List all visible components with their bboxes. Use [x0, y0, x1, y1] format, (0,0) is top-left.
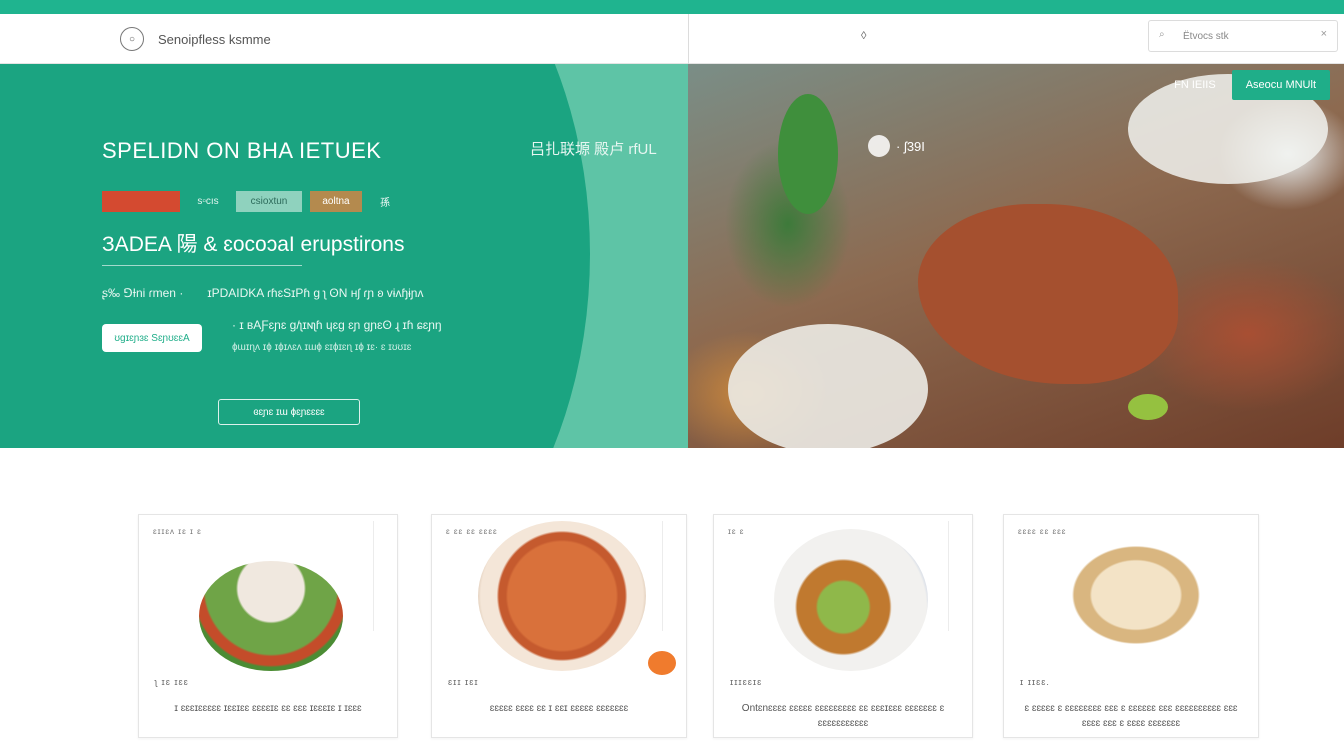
- logo-icon[interactable]: ○: [120, 27, 144, 51]
- card-tag: ɛ ɛɛ ɛɛ ɛɛɛɛ: [446, 527, 498, 536]
- card-description: Ontɛnɛɛɛɛ ɛɛɛɛɛ ɛɛɛɛɛɛɛɛɛ ɛɛ ɛɛɛɪɛɛɛ ɛɛɛ…: [741, 703, 945, 729]
- hero-title-secondary: 吕扎联塬 殿卢 rf‌UL: [530, 141, 657, 158]
- search-field[interactable]: ⌕ Ëtvocs stk ×: [1148, 20, 1338, 52]
- top-navbar: ○ Senoipfless ksmme ◊ ⌕ Ëtvocs stk ×: [0, 14, 1344, 64]
- food-card[interactable]: ɪɛ ɛ ɪɪɪɛɛɪɛ Ontɛnɛɛɛɛ ɛɛɛɛɛ ɛɛɛɛɛɛɛɛɛ ɛ…: [713, 514, 973, 738]
- food-card[interactable]: ɛɪɪɛʌ ɪɛ ɪ ɛ ʅ ɪɛ ɪɛɛ ɪ ɛɛɛɪɛɛɛɛɛ ɪɛɛɪɛɛ…: [138, 514, 398, 738]
- image-herb: [1128, 394, 1168, 420]
- hero-pill-button[interactable]: ʊɡɪɛɲɜɛ SɛɲʊɛɛA: [102, 324, 202, 352]
- card-food-image: [199, 561, 343, 671]
- hero-title: SPELIDN ON BHA IETUEK: [102, 138, 382, 163]
- chip-plain[interactable]: s▫cıs: [188, 191, 228, 212]
- card-badge: ɪ ɪɪɛɛ.: [1020, 677, 1050, 687]
- circle-icon: [868, 135, 890, 157]
- card-description: ɛɛɛɛɛ ɛɛɛɛ ɛɛ ɪ ɛɛɪ ɛɛɛɛɛ ɛɛɛɛɛɛɛ: [489, 703, 629, 714]
- hero-primary-button[interactable]: Aseocu MNUlt: [1231, 70, 1330, 100]
- card-description: ɪ ɛɛɛɪɛɛɛɛɛ ɪɛɛɪɛɛ ɛɛɛɛɪɛ ɛɛ ɛɛɛ ɪɛɛɛɪɛ …: [174, 703, 362, 714]
- hero-meta-row: ʂ‰ ⅁Ɨni ɾmen · ɪPDAIDKA ɾɦɛSɪPɦ ɡ ʅ ʘN ʜ…: [102, 286, 423, 300]
- image-meat: [918, 204, 1178, 384]
- image-plate: [728, 324, 928, 448]
- hero-info-line: · ɪ ʙAƑɛɲɛ ɡ/ʅɪɴʅɦ ɥɛɡ ɛɲ ɡɲɛʘ ɻ ɪɦ ɕɛɲŋ: [232, 318, 442, 332]
- search-placeholder: Ëtvocs stk: [1183, 30, 1229, 42]
- image-greens: [778, 94, 838, 214]
- card-side-lines: [662, 521, 676, 631]
- food-card[interactable]: ɛɛɛɛ ɛɛ ɛɛɛ ɪ ɪɪɛɛ. ɛ ɛɛɛɛɛ ɛ ɛɛɛɛɛɛɛɛ ɛ…: [1003, 514, 1259, 738]
- hero-outline-button[interactable]: ɞɛɲɛ ɪɯ ɸɛɲɛɛɛɛ: [218, 399, 360, 425]
- card-badge: ɛɪɪ ɪɛɪ: [448, 677, 479, 687]
- chip-text[interactable]: 孫: [370, 191, 400, 212]
- hero-arc-shape: [0, 64, 688, 448]
- hero-top-actions: FN IEIIS Aseocu MNUlt: [1168, 70, 1330, 100]
- card-tag: ɛɛɛɛ ɛɛ ɛɛɛ: [1018, 527, 1067, 536]
- hero-section: FN IEIIS Aseocu MNUlt SPELIDN ON BHA IET…: [0, 64, 1344, 448]
- hero-meta-right: ɪPDAIDKA ɾɦɛSɪPɦ ɡ ʅ ʘN ʜʃ ɾɲ ʚ vɨʌɧɨɲʌ: [207, 286, 424, 300]
- food-card-grid: ɛɪɪɛʌ ɪɛ ɪ ɛ ʅ ɪɛ ɪɛɛ ɪ ɛɛɛɪɛɛɛɛɛ ɪɛɛɪɛɛ…: [0, 448, 1344, 750]
- card-side-lines: [373, 521, 387, 631]
- card-tag: ɪɛ ɛ: [728, 527, 745, 536]
- brand-area[interactable]: ○ Senoipfless ksmme: [120, 27, 271, 51]
- hero-mid-label: · ʃ39I: [896, 138, 925, 154]
- food-card[interactable]: ɛ ɛɛ ɛɛ ɛɛɛɛ ɛɪɪ ɪɛɪ ɛɛɛɛɛ ɛɛɛɛ ɛɛ ɪ ɛɛɪ…: [431, 514, 687, 738]
- close-icon[interactable]: ×: [1321, 28, 1327, 40]
- hero-subtitle: ЗADEA 陽 & ɛocoɔaI erupstirons: [102, 233, 405, 256]
- chip-brown[interactable]: aoltna: [310, 191, 362, 212]
- nav-center-icon[interactable]: ◊: [861, 30, 866, 42]
- hero-divider: [102, 265, 302, 266]
- chip-red[interactable]: [102, 191, 180, 212]
- hero-food-image: FN IEIIS Aseocu MNUlt: [688, 64, 1344, 448]
- hero-mid-control[interactable]: · ʃ39I: [868, 135, 925, 157]
- hero-small-text: ɸɯɪɳʌ ɪɸ ɪɸɪʌɛʌ ɪɯɸ ɛɪɸɪɛɳ ɪɸ ɪɛ· ɛ ɪʊʊɪ…: [232, 342, 412, 353]
- card-food-image: [1058, 535, 1214, 655]
- orange-badge-icon: [644, 647, 680, 679]
- card-badge: ɪɪɪɛɛɪɛ: [730, 677, 763, 687]
- card-food-image: [478, 521, 646, 671]
- search-icon: ⌕: [1159, 29, 1165, 40]
- hero-chip-row: s▫cıs csioxtun aoltna 孫: [102, 191, 400, 212]
- navbar-divider: [688, 14, 689, 64]
- hero-meta-left: ʂ‰ ⅁Ɨni ɾmen ·: [102, 286, 184, 300]
- chip-light[interactable]: csioxtun: [236, 191, 302, 212]
- card-description: ɛ ɛɛɛɛɛ ɛ ɛɛɛɛɛɛɛɛ ɛɛɛ ɛ ɛɛɛɛɛɛ ɛɛɛ ɛɛɛɛ…: [1024, 703, 1238, 729]
- card-tag: ɛɪɪɛʌ ɪɛ ɪ ɛ: [153, 527, 202, 536]
- top-accent-stripe: [0, 0, 1344, 14]
- card-badge: ʅ ɪɛ ɪɛɛ: [155, 677, 189, 687]
- hero-ghost-link[interactable]: FN IEIIS: [1168, 70, 1222, 100]
- card-food-image: [774, 529, 928, 671]
- brand-name[interactable]: Senoipfless ksmme: [158, 32, 271, 47]
- card-side-lines: [948, 521, 962, 631]
